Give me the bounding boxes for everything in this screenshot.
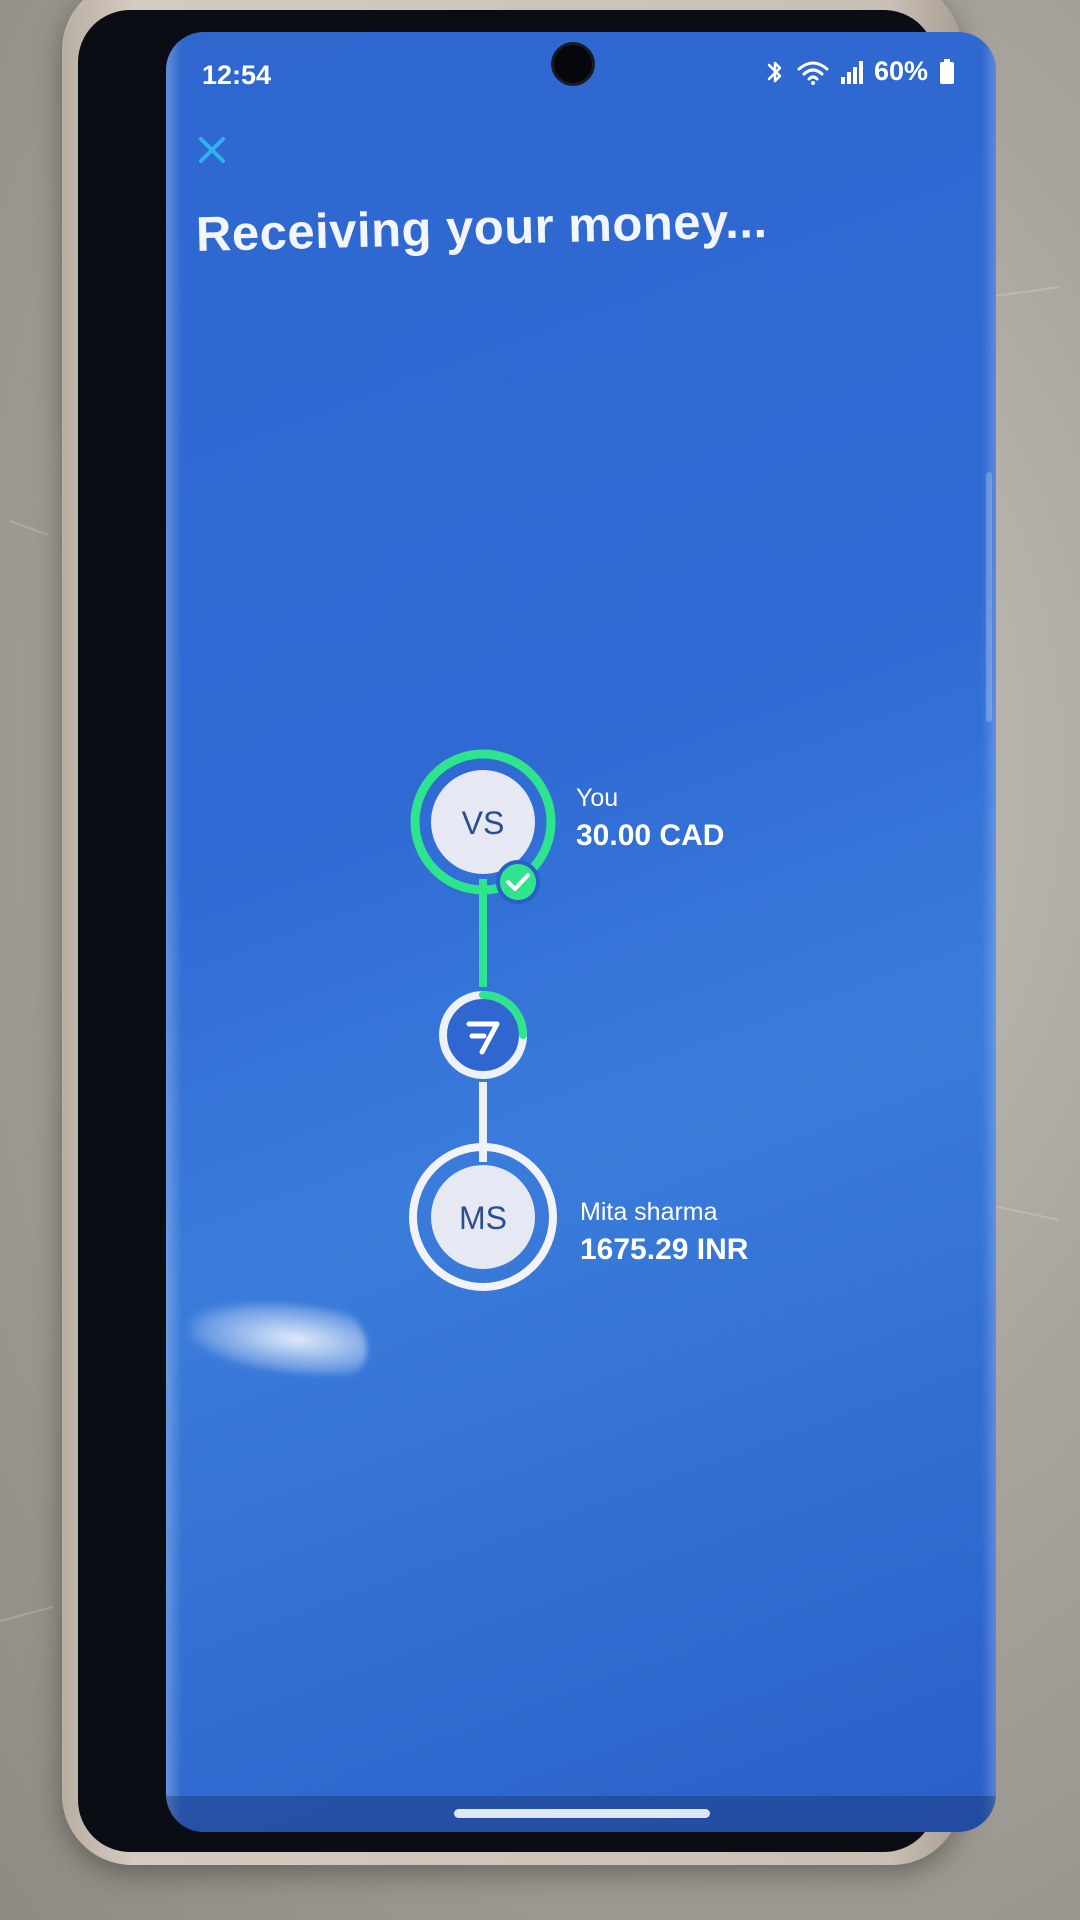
sender-initials: VS	[462, 805, 505, 841]
recipient-initials: MS	[459, 1200, 507, 1236]
sender-label: You	[576, 784, 619, 812]
scroll-indicator	[986, 472, 992, 722]
sender-amount: 30.00 CAD	[576, 819, 725, 852]
surface-texture	[9, 520, 48, 536]
navigation-bar	[166, 1796, 996, 1832]
check-icon	[496, 860, 540, 904]
phone-bezel: 12:54 60% Receiving your money... VS MS …	[78, 10, 996, 1852]
recipient-label: Mita sharma	[580, 1198, 718, 1226]
phone-screen: 12:54 60% Receiving your money... VS MS …	[166, 32, 996, 1832]
home-indicator[interactable]	[454, 1809, 710, 1818]
intermediary-node	[439, 991, 527, 1079]
recipient-amount: 1675.29 INR	[580, 1233, 749, 1266]
surface-texture	[0, 1605, 54, 1622]
transfer-timeline: VS MS	[409, 749, 557, 1291]
recipient-avatar: MS	[409, 1143, 557, 1291]
